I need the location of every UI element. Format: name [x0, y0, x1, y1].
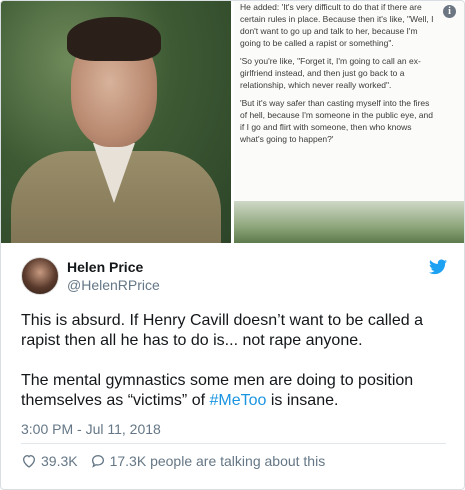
tweet-timestamp[interactable]: 3:00 PM - Jul 11, 2018: [21, 421, 161, 437]
info-icon[interactable]: i: [443, 5, 456, 18]
photo-article-clipping[interactable]: He added: 'It's very difficult to do tha…: [234, 1, 464, 243]
tweet-header: Helen Price @HelenRPrice: [21, 257, 447, 297]
reply-bubble-icon[interactable]: [90, 453, 106, 469]
tweet-text: This is absurd. If Henry Cavill doesn’t …: [21, 311, 446, 431]
like-count[interactable]: 39.3K: [41, 453, 78, 469]
photo-hair: [67, 17, 161, 61]
article-paragraph: 'But it's way safer than casting myself …: [240, 98, 433, 144]
author-handle[interactable]: @HelenRPrice: [67, 277, 160, 293]
photo-portrait[interactable]: [1, 1, 231, 243]
article-text: He added: 'It's very difficult to do tha…: [240, 1, 436, 151]
article-paragraph: 'So you're like, "Forget it, I'm going t…: [240, 56, 421, 90]
tweet-text-span: is insane.: [266, 392, 339, 409]
tweet-paragraph-2: The mental gymnastics some men are doing…: [21, 371, 446, 411]
twitter-bird-icon[interactable]: [429, 259, 447, 275]
article-paragraph: He added: 'It's very difficult to do tha…: [240, 2, 434, 48]
heart-icon[interactable]: [21, 453, 37, 469]
talking-label[interactable]: people are talking about this: [150, 453, 325, 469]
tweet-card: He added: 'It's very difficult to do tha…: [0, 0, 465, 490]
photo-bottom-strip: [234, 201, 464, 243]
author-name[interactable]: Helen Price: [67, 259, 143, 275]
reply-count[interactable]: 17.3K: [110, 453, 147, 469]
tweet-paragraph-1: This is absurd. If Henry Cavill doesn’t …: [21, 312, 423, 349]
tweet-media[interactable]: He added: 'It's very difficult to do tha…: [1, 1, 464, 243]
divider: [21, 443, 446, 444]
tweet-actions: 39.3K 17.3K people are talking about thi…: [21, 451, 325, 471]
hashtag-link[interactable]: #MeToo: [209, 392, 266, 409]
avatar[interactable]: [21, 257, 59, 295]
